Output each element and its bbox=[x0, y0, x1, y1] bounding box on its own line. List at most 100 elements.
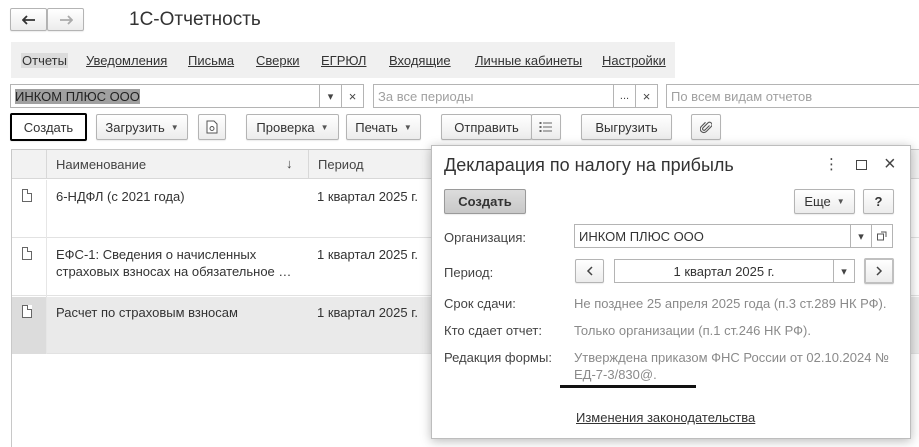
nav-personal-accounts[interactable]: Личные кабинеты bbox=[475, 53, 582, 68]
document-settings-icon bbox=[206, 120, 218, 134]
dialog-period-field[interactable]: 1 квартал 2025 г. bbox=[614, 259, 834, 283]
nav-notifications[interactable]: Уведомления bbox=[86, 53, 167, 68]
close-icon: × bbox=[642, 88, 651, 104]
nav-letters[interactable]: Письма bbox=[188, 53, 234, 68]
send-list-button[interactable] bbox=[531, 114, 561, 140]
close-icon: × bbox=[348, 88, 357, 104]
period-next-button[interactable] bbox=[864, 258, 894, 284]
period-clear-button[interactable]: × bbox=[635, 84, 658, 108]
annotation-underline bbox=[560, 385, 696, 388]
who-label: Кто сдает отчет: bbox=[444, 323, 542, 338]
dialog-create-button[interactable]: Создать bbox=[444, 189, 526, 214]
back-button[interactable] bbox=[10, 8, 47, 31]
dialog-organization-value: ИНКОМ ПЛЮС ООО bbox=[579, 228, 704, 244]
period-select-button[interactable]: ... bbox=[613, 84, 636, 108]
organization-dropdown-button[interactable]: ▾ bbox=[319, 84, 342, 108]
create-button-label: Создать bbox=[23, 119, 74, 135]
load-button-label: Загрузить bbox=[105, 119, 165, 135]
send-button-label: Отправить bbox=[454, 119, 519, 135]
forward-button[interactable] bbox=[47, 8, 84, 31]
edition-value-line2: ЕД-7-3/830@. bbox=[574, 367, 657, 382]
nav-egrul[interactable]: ЕГРЮЛ bbox=[321, 53, 366, 68]
list-icon bbox=[539, 122, 552, 132]
edition-label: Редакция формы: bbox=[444, 350, 552, 365]
who-value: Только организации (п.1 ст.246 НК РФ). bbox=[574, 323, 811, 338]
column-header-period[interactable]: Период bbox=[318, 157, 364, 172]
maximize-icon[interactable] bbox=[856, 160, 867, 170]
row-period: 1 квартал 2025 г. bbox=[317, 189, 418, 204]
more-icon: ... bbox=[619, 90, 630, 102]
row-name: ЕФС-1: Сведения о начисленных bbox=[56, 247, 257, 262]
nav-reports[interactable]: Отчеты bbox=[21, 53, 68, 68]
deadline-value: Не позднее 25 апреля 2025 года (п.3 ст.2… bbox=[574, 296, 887, 311]
organization-filter-value: ИНКОМ ПЛЮС ООО bbox=[15, 88, 140, 104]
report-kind-filter[interactable]: По всем видам отчетов bbox=[666, 84, 919, 108]
row-period: 1 квартал 2025 г. bbox=[317, 305, 418, 320]
dialog-period-value: 1 квартал 2025 г. bbox=[673, 263, 775, 279]
chevron-down-icon: ▾ bbox=[327, 90, 334, 103]
nav-settings[interactable]: Настройки bbox=[602, 53, 666, 68]
open-link-icon bbox=[877, 231, 887, 241]
send-button[interactable]: Отправить bbox=[441, 114, 532, 140]
dialog-more-button[interactable]: Еще ▼ bbox=[794, 189, 855, 214]
help-button-label: ? bbox=[874, 194, 883, 209]
period-label: Период: bbox=[444, 265, 494, 280]
row-name-continued: страховых взносах на обязательное … bbox=[56, 264, 292, 279]
dialog-organization-open[interactable] bbox=[871, 224, 893, 248]
deadline-label: Срок сдачи: bbox=[444, 296, 516, 311]
document-icon bbox=[22, 189, 32, 202]
edition-value-line1: Утверждена приказом ФНС России от 02.10.… bbox=[574, 350, 890, 365]
export-button-label: Выгрузить bbox=[595, 119, 658, 135]
dialog-create-button-label: Создать bbox=[458, 194, 512, 209]
row-period: 1 квартал 2025 г. bbox=[317, 247, 418, 262]
document-icon bbox=[22, 305, 32, 318]
organization-filter[interactable]: ИНКОМ ПЛЮС ООО bbox=[10, 84, 320, 108]
column-header-name[interactable]: Наименование bbox=[56, 157, 146, 172]
chevron-right-icon bbox=[875, 266, 882, 276]
period-filter-placeholder: За все периоды bbox=[378, 88, 474, 104]
more-actions-icon[interactable]: ⋮ bbox=[824, 156, 839, 174]
load-button[interactable]: Загрузить ▼ bbox=[96, 114, 188, 140]
check-button[interactable]: Проверка ▼ bbox=[246, 114, 339, 140]
caret-down-icon: ▼ bbox=[170, 122, 179, 132]
paperclip-icon bbox=[700, 121, 712, 134]
period-filter[interactable]: За все периоды bbox=[373, 84, 614, 108]
nav-reconciliations[interactable]: Сверки bbox=[256, 53, 300, 68]
dialog-organization-dropdown[interactable]: ▾ bbox=[850, 224, 872, 248]
row-name: Расчет по страховым взносам bbox=[56, 305, 238, 320]
column-divider bbox=[46, 180, 47, 354]
dialog-more-button-label: Еще bbox=[804, 194, 831, 209]
caret-down-icon: ▼ bbox=[403, 122, 412, 132]
dialog-title: Декларация по налогу на прибыль bbox=[444, 155, 734, 175]
row-name: 6-НДФЛ (с 2021 года) bbox=[56, 189, 185, 204]
header-divider bbox=[46, 150, 47, 179]
export-button[interactable]: Выгрузить bbox=[581, 114, 672, 140]
header-divider bbox=[308, 150, 309, 179]
dialog-period-dropdown[interactable]: ▾ bbox=[833, 259, 855, 283]
period-prev-button[interactable] bbox=[575, 259, 604, 283]
create-button[interactable]: Создать bbox=[10, 113, 87, 141]
sort-arrow-icon[interactable]: ↓ bbox=[286, 156, 293, 171]
organization-clear-button[interactable]: × bbox=[341, 84, 364, 108]
help-button[interactable]: ? bbox=[863, 189, 894, 214]
print-button[interactable]: Печать ▼ bbox=[346, 114, 421, 140]
organization-label: Организация: bbox=[444, 230, 527, 245]
caret-down-icon: ▼ bbox=[836, 197, 845, 206]
law-changes-link[interactable]: Изменения законодательства bbox=[576, 410, 755, 425]
dialog-organization-field[interactable]: ИНКОМ ПЛЮС ООО bbox=[574, 224, 851, 248]
nav-incoming[interactable]: Входящие bbox=[389, 53, 451, 68]
report-kind-filter-placeholder: По всем видам отчетов bbox=[671, 88, 813, 104]
chevron-down-icon: ▾ bbox=[858, 230, 864, 243]
print-button-label: Печать bbox=[355, 119, 398, 135]
chevron-down-icon: ▾ bbox=[841, 265, 847, 278]
arrow-right-icon bbox=[59, 14, 73, 25]
check-button-label: Проверка bbox=[256, 119, 315, 135]
arrow-left-icon bbox=[21, 14, 35, 25]
load-file-button[interactable] bbox=[198, 114, 226, 140]
window-title: 1С-Отчетность bbox=[129, 9, 261, 30]
document-icon bbox=[22, 247, 32, 260]
chevron-left-icon bbox=[586, 266, 593, 276]
close-icon[interactable]: × bbox=[884, 153, 896, 176]
caret-down-icon: ▼ bbox=[320, 122, 329, 132]
attach-button[interactable] bbox=[691, 114, 721, 140]
